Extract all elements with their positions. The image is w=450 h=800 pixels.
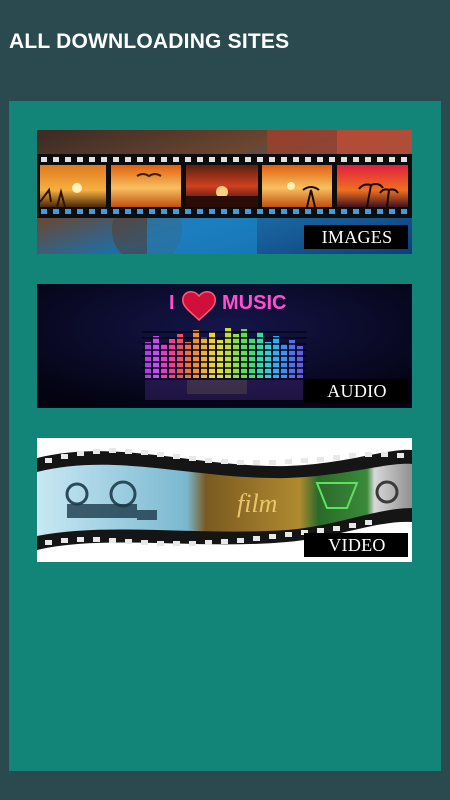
- video-label: VIDEO: [304, 533, 408, 557]
- audio-label: AUDIO: [304, 379, 408, 403]
- app-bar: ALL DOWNLOADING SITES: [0, 0, 450, 100]
- music-banner-text: MUSIC: [222, 292, 286, 314]
- images-label: IMAGES: [304, 225, 408, 249]
- audio-card[interactable]: I MUSIC AUDIO: [37, 284, 412, 408]
- video-card[interactable]: film VIDEO: [37, 438, 412, 562]
- app-title: ALL DOWNLOADING SITES: [9, 30, 290, 53]
- svg-text:I: I: [169, 292, 175, 314]
- images-card[interactable]: IMAGES: [37, 130, 412, 254]
- film-banner-text: film: [237, 489, 277, 518]
- content-panel: IMAGES I MUSIC AUDIO film VIDEO: [9, 101, 441, 771]
